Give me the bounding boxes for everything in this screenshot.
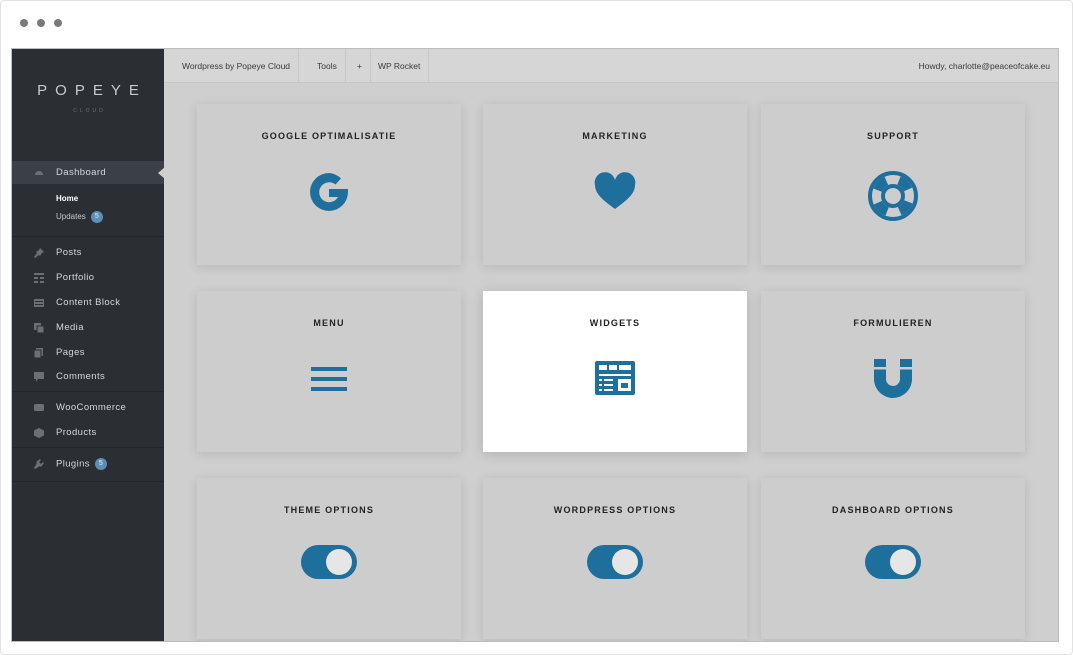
- submenu-updates-label: Updates: [56, 212, 86, 222]
- sidebar-divider: [12, 236, 164, 237]
- toggle-icon[interactable]: [586, 544, 644, 585]
- sidebar-item-label: WooCommerce: [56, 402, 127, 413]
- plugins-count-badge: 5: [94, 458, 107, 470]
- sidebar-item-label: Dashboard: [56, 167, 107, 178]
- window-dot-icon[interactable]: [20, 19, 28, 27]
- card-formulieren[interactable]: FORMULIEREN: [761, 291, 1025, 452]
- window-dot-icon[interactable]: [37, 19, 45, 27]
- media-icon: [34, 323, 45, 334]
- card-google-optimalisatie[interactable]: GOOGLE OPTIMALISATIE: [197, 104, 461, 265]
- updates-count-badge: 5: [90, 211, 103, 223]
- window-dot-icon[interactable]: [54, 19, 62, 27]
- sidebar-divider: [12, 391, 164, 392]
- sidebar-item-dashboard[interactable]: Dashboard: [12, 161, 165, 184]
- card-title: WIDGETS: [589, 318, 641, 328]
- submenu-home[interactable]: Home: [56, 194, 78, 203]
- card-widgets[interactable]: WIDGETS: [483, 291, 747, 452]
- sidebar-divider: [12, 447, 164, 448]
- popeye-logo[interactable]: POPEYE: [12, 82, 164, 99]
- sidebar-item-label: Portfolio: [56, 272, 95, 283]
- topbar-site-link[interactable]: Wordpress by Popeye Cloud: [174, 49, 300, 83]
- card-title: GOOGLE OPTIMALISATIE: [261, 131, 397, 141]
- card-title: SUPPORT: [867, 131, 919, 141]
- content-block-icon: [34, 298, 44, 308]
- google-icon: [307, 170, 351, 219]
- hamburger-menu-icon: [307, 357, 351, 406]
- topbar-tools-link[interactable]: Tools: [309, 49, 346, 83]
- card-title: THEME OPTIONS: [283, 505, 375, 515]
- products-icon: [34, 428, 44, 438]
- sidebar-item-label: Products: [56, 427, 97, 438]
- sidebar-item-label: Content Block: [56, 297, 121, 308]
- lifebuoy-icon: [867, 170, 919, 227]
- sidebar-divider: [12, 481, 164, 482]
- popeye-logo-sub: CLOUD: [73, 108, 106, 114]
- submenu-updates[interactable]: Updates 5: [56, 211, 103, 223]
- card-support[interactable]: SUPPORT: [761, 104, 1025, 265]
- sidebar-item-label: Pages: [56, 347, 85, 358]
- card-title: DASHBOARD OPTIONS: [832, 505, 954, 515]
- portfolio-icon: [34, 273, 44, 283]
- card-title: MARKETING: [582, 131, 648, 141]
- card-title: WORDPRESS OPTIONS: [553, 505, 677, 515]
- admin-sidebar: POPEYE CLOUD Dashboard Home Updates 5 Pos…: [12, 49, 165, 641]
- woocommerce-icon: [34, 403, 44, 413]
- card-title: MENU: [313, 318, 345, 328]
- topbar-new-button[interactable]: +: [349, 49, 371, 83]
- comment-icon: [34, 372, 44, 382]
- plugin-icon: [34, 459, 44, 469]
- magnet-icon: [871, 357, 915, 406]
- sidebar-item-label: Plugins: [56, 458, 90, 470]
- toggle-icon[interactable]: [864, 544, 922, 585]
- window-controls: [20, 19, 62, 27]
- pin-icon: [34, 248, 44, 258]
- widgets-icon: [593, 357, 637, 406]
- toggle-icon[interactable]: [300, 544, 358, 585]
- heart-icon: [593, 170, 637, 219]
- card-marketing[interactable]: MARKETING: [483, 104, 747, 265]
- card-wordpress-options[interactable]: WORDPRESS OPTIONS: [483, 478, 747, 639]
- card-theme-options[interactable]: THEME OPTIONS: [197, 478, 461, 639]
- card-menu[interactable]: MENU: [197, 291, 461, 452]
- card-title: FORMULIEREN: [853, 318, 933, 328]
- sidebar-item-label: Posts: [56, 247, 82, 258]
- wp-admin-app: POPEYE CLOUD Dashboard Home Updates 5 Pos…: [11, 48, 1059, 642]
- pages-icon: [33, 348, 44, 359]
- sidebar-item-label: Comments: [56, 371, 106, 382]
- sidebar-item-label: Media: [56, 322, 84, 333]
- sidebar-item-plugins-label: Plugins 5: [56, 458, 107, 470]
- dashboard-icon: [34, 167, 44, 177]
- topbar-howdy-account[interactable]: Howdy, charlotte@peaceofcake.eu: [919, 49, 1050, 83]
- card-dashboard-options[interactable]: DASHBOARD OPTIONS: [761, 478, 1025, 639]
- admin-topbar: Wordpress by Popeye Cloud Tools + WP Roc…: [164, 49, 1058, 83]
- topbar-wp-rocket-link[interactable]: WP Rocket: [370, 49, 430, 83]
